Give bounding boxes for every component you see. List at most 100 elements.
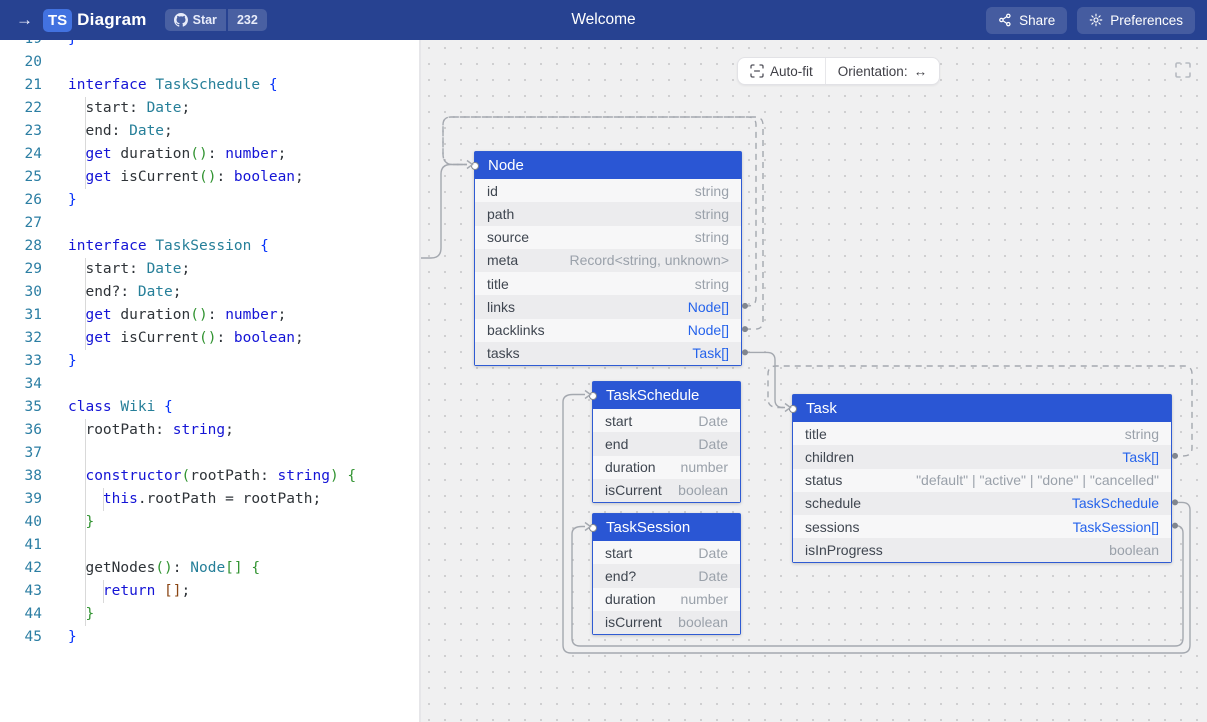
diagram-canvas[interactable]: Auto-fit Orientation: ↔ (421, 40, 1207, 722)
code-line: 30 end?: Date; (0, 281, 419, 304)
connections-layer (421, 40, 1207, 722)
field-name: tasks (487, 345, 520, 361)
line-number: 26 (14, 189, 42, 212)
indent-guide (85, 603, 86, 626)
entity-title-bar[interactable]: Task (793, 395, 1171, 422)
field-name: isCurrent (605, 482, 662, 498)
entity-task[interactable]: TasktitlestringchildrenTask[]status"defa… (792, 394, 1172, 563)
code-line: 21interface TaskSchedule { (0, 74, 419, 97)
github-icon (174, 13, 188, 27)
entity-row[interactable]: idstring (475, 179, 741, 202)
field-name: isCurrent (605, 614, 662, 630)
entity-taskschedule[interactable]: TaskSchedulestartDateendDatedurationnumb… (592, 381, 741, 503)
code-line: 24 get duration(): number; (0, 143, 419, 166)
app-name: Diagram (77, 10, 146, 30)
line-number: 38 (14, 465, 42, 488)
entity-title-bar[interactable]: TaskSchedule (593, 382, 740, 409)
code-editor[interactable]: 19}2021interface TaskSchedule {22 start:… (0, 40, 419, 722)
indent-guide (85, 442, 86, 465)
line-number: 23 (14, 120, 42, 143)
code-text: } (68, 511, 94, 534)
indent-guide (103, 488, 104, 511)
line-number: 34 (14, 373, 42, 396)
code-line: 19} (0, 40, 419, 51)
indent-guide (85, 143, 86, 166)
code-line: 22 start: Date; (0, 97, 419, 120)
field-name: source (487, 229, 529, 245)
indent-guide (85, 258, 86, 281)
entity-row[interactable]: sourcestring (475, 226, 741, 249)
share-label: Share (1019, 13, 1055, 28)
panel-splitter[interactable] (419, 40, 421, 722)
share-button[interactable]: Share (986, 7, 1067, 34)
field-type: "default" | "active" | "done" | "cancell… (916, 472, 1159, 488)
field-name: start (605, 545, 632, 561)
line-number: 33 (14, 350, 42, 373)
entity-row[interactable]: status"default" | "active" | "done" | "c… (793, 469, 1171, 492)
field-name: sessions (805, 519, 859, 535)
entity-row[interactable]: metaRecord<string, unknown> (475, 249, 741, 272)
sidebar-toggle-arrow-icon[interactable]: → (12, 10, 43, 30)
gear-icon (1089, 13, 1103, 27)
entity-row[interactable]: titlestring (793, 422, 1171, 445)
field-type: number (681, 591, 728, 607)
field-name: backlinks (487, 322, 545, 338)
entity-row[interactable]: startDate (593, 409, 740, 432)
code-text: } (68, 603, 94, 626)
entity-row[interactable]: isInProgressboolean (793, 538, 1171, 561)
field-type-link[interactable]: Node[] (688, 299, 729, 315)
code-line: 25 get isCurrent(): boolean; (0, 166, 419, 189)
entity-row[interactable]: backlinks Node[] (475, 319, 741, 342)
entity-title: Node (488, 157, 524, 174)
field-type: Record<string, unknown> (569, 252, 729, 268)
field-type: boolean (678, 614, 728, 630)
field-type-link[interactable]: Task[] (692, 345, 729, 361)
line-number: 30 (14, 281, 42, 304)
entity-title-bar[interactable]: TaskSession (593, 514, 740, 541)
github-star-widget[interactable]: Star 232 (165, 9, 267, 31)
auto-fit-label: Auto-fit (770, 64, 813, 79)
field-type-link[interactable]: TaskSession[] (1073, 519, 1159, 535)
orientation-button[interactable]: Orientation: ↔ (825, 58, 939, 84)
field-type: string (695, 206, 729, 222)
code-line: 35class Wiki { (0, 396, 419, 419)
entity-row[interactable]: isCurrent boolean (593, 611, 740, 634)
indent-guide (85, 304, 86, 327)
field-name: title (487, 276, 509, 292)
entity-title-bar[interactable]: Node (475, 152, 741, 179)
entity-row[interactable]: tasks Task[] (475, 342, 741, 365)
entity-row[interactable]: endDate (593, 432, 740, 455)
preferences-button[interactable]: Preferences (1077, 7, 1195, 34)
entity-row[interactable]: sessions TaskSession[] (793, 515, 1171, 538)
auto-fit-button[interactable]: Auto-fit (738, 58, 825, 84)
entity-row[interactable]: scheduleTaskSchedule (793, 492, 1171, 515)
entity-row[interactable]: linksNode[] (475, 295, 741, 318)
line-number: 22 (14, 97, 42, 120)
code-text: start: Date; (68, 97, 190, 120)
code-line: 31 get duration(): number; (0, 304, 419, 327)
entity-row[interactable]: durationnumber (593, 456, 740, 479)
field-type-link[interactable]: TaskSchedule (1072, 495, 1159, 511)
indent-guide (85, 97, 86, 120)
entity-row[interactable]: isCurrent boolean (593, 479, 740, 502)
app-logo: TS (43, 9, 72, 32)
entity-row[interactable]: durationnumber (593, 588, 740, 611)
entity-row[interactable]: end?Date (593, 564, 740, 587)
entity-row[interactable]: childrenTask[] (793, 445, 1171, 468)
code-text: get duration(): number; (68, 304, 286, 327)
indent-guide (85, 120, 86, 143)
line-number: 41 (14, 534, 42, 557)
field-type-link[interactable]: Node[] (688, 322, 729, 338)
indent-guide (85, 327, 86, 350)
code-line: 34 (0, 373, 419, 396)
fullscreen-button[interactable] (1174, 61, 1192, 79)
entity-row[interactable]: titlestring (475, 272, 741, 295)
entity-row[interactable]: startDate (593, 541, 740, 564)
entity-tasksession[interactable]: TaskSessionstartDateend?Datedurationnumb… (592, 513, 741, 635)
field-type-link[interactable]: Task[] (1122, 449, 1159, 465)
code-text: get isCurrent(): boolean; (68, 166, 304, 189)
code-text: } (68, 40, 77, 51)
entity-node[interactable]: NodeidstringpathstringsourcestringmetaRe… (474, 151, 742, 366)
entity-row[interactable]: pathstring (475, 202, 741, 225)
field-type: boolean (678, 482, 728, 498)
